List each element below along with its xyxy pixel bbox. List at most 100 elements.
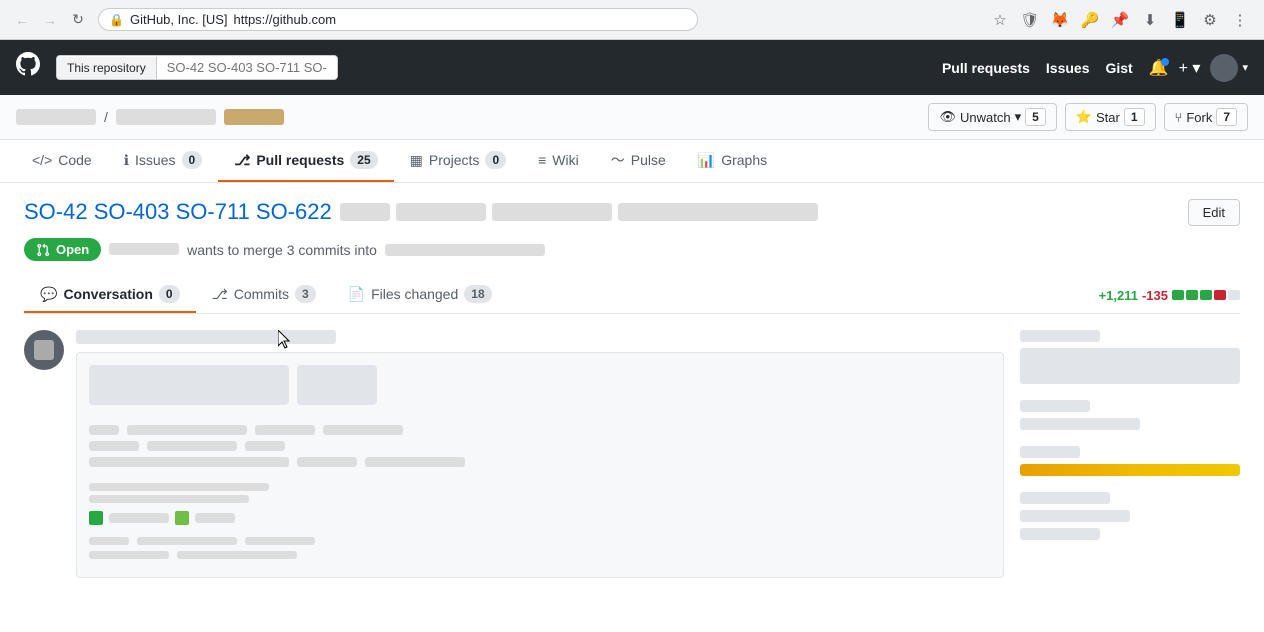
extension-icon-3[interactable]: 🔑 xyxy=(1076,6,1104,34)
repo-actions: 👁 Unwatch ▾ 5 ⭐ Star 1 ⑂ Fork 7 xyxy=(928,103,1248,131)
back-button[interactable]: ← xyxy=(10,8,34,32)
address-bar[interactable]: 🔒 GitHub, Inc. [US] https://github.com xyxy=(98,8,698,31)
pr-meta-text: wants to merge 3 commits into xyxy=(109,242,377,258)
forward-button[interactable]: → xyxy=(38,8,62,32)
pr-icon: ⎇ xyxy=(234,152,250,169)
refresh-button[interactable]: ↻ xyxy=(66,8,90,32)
star-label: Star xyxy=(1096,110,1120,125)
new-item-button[interactable]: + ▾ xyxy=(1179,58,1201,78)
fork-button[interactable]: ⑂ Fork 7 xyxy=(1164,103,1249,131)
files-icon: 📄 xyxy=(348,286,365,303)
fork-label: Fork xyxy=(1186,110,1212,125)
avatar-inner xyxy=(34,340,54,360)
star-count: 1 xyxy=(1124,108,1145,126)
green-square-1 xyxy=(89,511,103,525)
sidebar-label-3 xyxy=(1020,446,1080,458)
pr-timeline xyxy=(24,330,1004,594)
diff-bar-5 xyxy=(1228,290,1240,300)
header-icons: 🔔 + ▾ ▾ xyxy=(1149,54,1248,82)
fork-count: 7 xyxy=(1216,108,1237,126)
repo-extra-blurred xyxy=(224,109,284,125)
tab-pulse[interactable]: 〜 Pulse xyxy=(595,140,682,182)
url-text: https://github.com xyxy=(234,12,337,27)
star-button[interactable]: ⭐ Star 1 xyxy=(1065,103,1156,131)
orange-progress-bar xyxy=(1020,464,1240,476)
eye-icon: 👁 xyxy=(939,109,956,125)
action-blurred-2 xyxy=(297,365,377,405)
issues-icon: ℹ xyxy=(124,152,129,169)
commits-label: Commits xyxy=(234,286,289,302)
tab-pull-requests[interactable]: ⎇ Pull requests 25 xyxy=(218,140,393,182)
pr-tab-commits[interactable]: ⎇ Commits 3 xyxy=(196,277,332,313)
green-square-2 xyxy=(175,511,189,525)
pr-title-blurred-more xyxy=(618,203,818,221)
pr-badge: 25 xyxy=(350,151,377,169)
tab-wiki[interactable]: ≡ Wiki xyxy=(522,140,595,182)
branch-blurred xyxy=(385,244,545,256)
conversation-label: Conversation xyxy=(63,286,152,302)
pr-number-blurred-3 xyxy=(492,203,612,221)
sidebar-label-4 xyxy=(1020,492,1110,504)
nav-issues[interactable]: Issues xyxy=(1046,60,1090,76)
files-count: 18 xyxy=(464,285,491,303)
tab-pulse-label: Pulse xyxy=(631,152,666,168)
tab-graphs[interactable]: 📊 Graphs xyxy=(682,140,783,182)
tab-code[interactable]: </> Code xyxy=(16,140,108,182)
user-avatar xyxy=(1210,54,1238,82)
pr-tab-conversation[interactable]: 💬 Conversation 0 xyxy=(24,277,196,313)
sidebar-content-4 xyxy=(1020,510,1130,522)
more-options-button[interactable]: ⋮ xyxy=(1226,6,1254,34)
open-icon xyxy=(36,243,50,257)
comment-body-content xyxy=(76,330,1004,578)
diff-bar-1 xyxy=(1172,290,1184,300)
avatar-caret: ▾ xyxy=(1242,61,1248,74)
sidebar-milestone xyxy=(1020,492,1240,540)
search-input[interactable] xyxy=(157,56,337,79)
extension-icon-1[interactable]: 🛡 xyxy=(1016,6,1044,34)
extension-icon-5[interactable]: ⬇ xyxy=(1136,6,1164,34)
tab-issues-label: Issues xyxy=(135,152,175,168)
pr-title: SO-42 SO-403 SO-711 SO-622 xyxy=(24,199,818,225)
repo-breadcrumb: / xyxy=(16,109,920,125)
open-label: Open xyxy=(56,242,89,257)
github-header: This repository Pull requests Issues Gis… xyxy=(0,40,1264,95)
extension-icon-4[interactable]: 📌 xyxy=(1106,6,1134,34)
notifications-button[interactable]: 🔔 xyxy=(1149,58,1169,78)
main-content: SO-42 SO-403 SO-711 SO-622 Edit Open wan… xyxy=(0,183,1264,610)
wiki-icon: ≡ xyxy=(538,152,546,168)
diff-bar-2 xyxy=(1186,290,1198,300)
tab-code-label: Code xyxy=(58,152,91,168)
pr-tabs: 💬 Conversation 0 ⎇ Commits 3 📄 Files cha… xyxy=(24,277,1240,314)
extension-icon-6[interactable]: 📱 xyxy=(1166,6,1194,34)
lock-icon: 🔒 xyxy=(109,13,124,27)
content-row-3 xyxy=(89,457,991,467)
commenter-avatar xyxy=(24,330,64,370)
pr-number-blurred-1 xyxy=(340,203,390,221)
tab-issues[interactable]: ℹ Issues 0 xyxy=(108,140,218,182)
tab-projects-label: Projects xyxy=(429,152,480,168)
nav-gist[interactable]: Gist xyxy=(1105,60,1132,76)
edit-button[interactable]: Edit xyxy=(1188,199,1240,226)
user-avatar-wrapper[interactable]: ▾ xyxy=(1210,54,1248,82)
github-logo[interactable] xyxy=(16,52,40,83)
nav-pull-requests[interactable]: Pull requests xyxy=(942,60,1030,76)
content-row-1 xyxy=(89,425,991,435)
tab-pr-label: Pull requests xyxy=(256,152,344,168)
author-blurred xyxy=(109,243,179,255)
site-label: GitHub, Inc. [US] xyxy=(130,12,228,27)
comment-actions-blurred xyxy=(89,365,991,413)
extension-icon-7[interactable]: ⚙ xyxy=(1196,6,1224,34)
unwatch-button[interactable]: 👁 Unwatch ▾ 5 xyxy=(928,103,1056,131)
comment-header xyxy=(76,330,336,344)
fork-icon: ⑂ xyxy=(1175,110,1183,125)
extension-icon-2[interactable]: 🦊 xyxy=(1046,6,1074,34)
tab-projects[interactable]: ▦ Projects 0 xyxy=(394,140,523,182)
bookmark-icon[interactable]: ☆ xyxy=(986,6,1014,34)
browser-chrome: ← → ↻ 🔒 GitHub, Inc. [US] https://github… xyxy=(0,0,1264,40)
commits-count: 3 xyxy=(295,285,316,303)
repo-tabs: </> Code ℹ Issues 0 ⎇ Pull requests 25 ▦… xyxy=(0,140,1264,183)
pr-tab-files-changed[interactable]: 📄 Files changed 18 xyxy=(332,277,508,313)
more-blurred-rows xyxy=(89,537,991,559)
pr-sidebar xyxy=(1020,330,1240,594)
comment-block xyxy=(24,330,1004,578)
